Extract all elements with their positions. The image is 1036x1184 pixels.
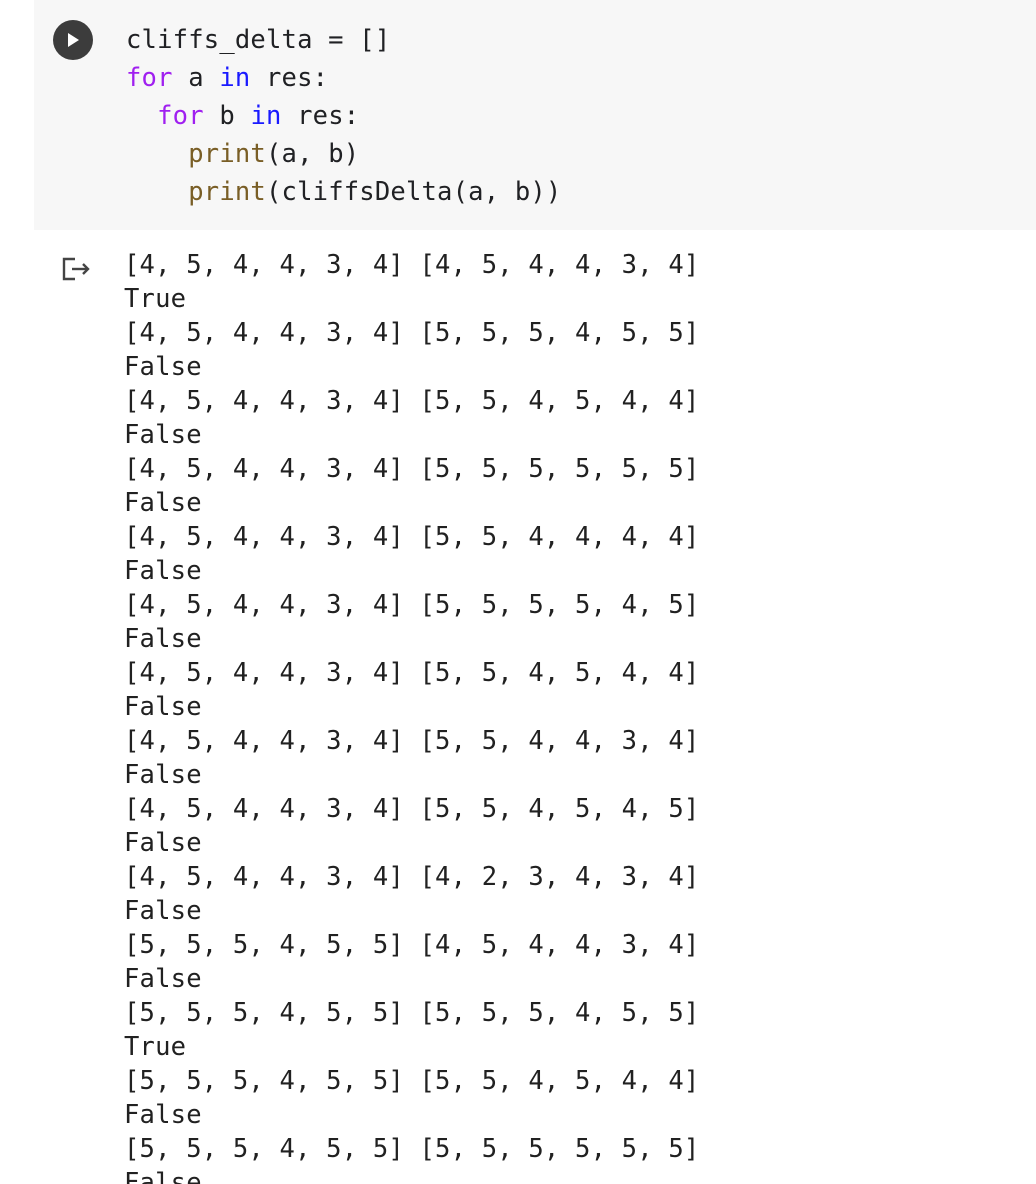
code-line: for a in res:: [126, 59, 328, 97]
code-token-kw: for: [157, 101, 204, 131]
code-token-kw: for: [126, 63, 173, 93]
code-token: (cliffsDelta(a, b)): [265, 177, 562, 207]
output-line: [4, 5, 4, 4, 3, 4] [4, 2, 3, 4, 3, 4]: [124, 862, 700, 892]
output-line: False: [124, 488, 202, 518]
code-line: print(cliffsDelta(a, b)): [126, 173, 561, 211]
code-line: print(a, b): [126, 135, 359, 173]
output-line: True: [124, 1032, 187, 1062]
output-line: [5, 5, 5, 4, 5, 5] [5, 5, 5, 4, 5, 5]: [124, 998, 700, 1028]
code-token-kw2: in: [219, 63, 251, 93]
code-token: cliffs_delta = []: [126, 25, 391, 55]
output-line: [5, 5, 5, 4, 5, 5] [5, 5, 4, 5, 4, 4]: [124, 1066, 700, 1096]
code-line: cliffs_delta = []: [126, 21, 390, 59]
code-line: for b in res:: [126, 97, 359, 135]
output-line: False: [124, 964, 202, 994]
code-token-fn: print: [188, 139, 266, 169]
output-line: False: [124, 1100, 202, 1130]
output-line: [4, 5, 4, 4, 3, 4] [5, 5, 4, 4, 4, 4]: [124, 522, 700, 552]
output-line: False: [124, 556, 202, 586]
output-line: [5, 5, 5, 4, 5, 5] [4, 5, 4, 4, 3, 4]: [124, 930, 700, 960]
code-token-fn: print: [188, 177, 266, 207]
output-line: [5, 5, 5, 4, 5, 5] [5, 5, 5, 5, 5, 5]: [124, 1134, 700, 1164]
code-token: b: [203, 101, 251, 131]
run-cell-button[interactable]: [53, 20, 93, 60]
output-line: [4, 5, 4, 4, 3, 4] [5, 5, 5, 5, 5, 5]: [124, 454, 700, 484]
code-token: res:: [250, 63, 329, 93]
output-line: False: [124, 624, 202, 654]
output-line: False: [124, 760, 202, 790]
output-line: [4, 5, 4, 4, 3, 4] [5, 5, 5, 5, 4, 5]: [124, 590, 700, 620]
output-line: [4, 5, 4, 4, 3, 4] [5, 5, 4, 4, 3, 4]: [124, 726, 700, 756]
output-line: False: [124, 420, 202, 450]
output-line: False: [124, 1168, 202, 1184]
output-redirect-icon[interactable]: [61, 255, 93, 283]
output-line: [4, 5, 4, 4, 3, 4] [5, 5, 4, 5, 4, 4]: [124, 386, 700, 416]
code-token: res:: [281, 101, 360, 131]
output-line: [4, 5, 4, 4, 3, 4] [5, 5, 5, 4, 5, 5]: [124, 318, 700, 348]
output-line: False: [124, 352, 202, 382]
output-line: True: [124, 284, 187, 314]
output-line: [4, 5, 4, 4, 3, 4] [5, 5, 4, 5, 4, 4]: [124, 658, 700, 688]
output-line: [4, 5, 4, 4, 3, 4] [5, 5, 4, 5, 4, 5]: [124, 794, 700, 824]
code-token-kw2: in: [250, 101, 282, 131]
output-line: False: [124, 896, 202, 926]
output-line: False: [124, 692, 202, 722]
code-token: (a, b): [265, 139, 360, 169]
output-line: [4, 5, 4, 4, 3, 4] [4, 5, 4, 4, 3, 4]: [124, 250, 700, 280]
output-line: False: [124, 828, 202, 858]
play-icon: [68, 33, 79, 47]
code-token: a: [172, 63, 220, 93]
cell-output: [4, 5, 4, 4, 3, 4] [4, 5, 4, 4, 3, 4] Tru…: [124, 248, 1024, 1184]
